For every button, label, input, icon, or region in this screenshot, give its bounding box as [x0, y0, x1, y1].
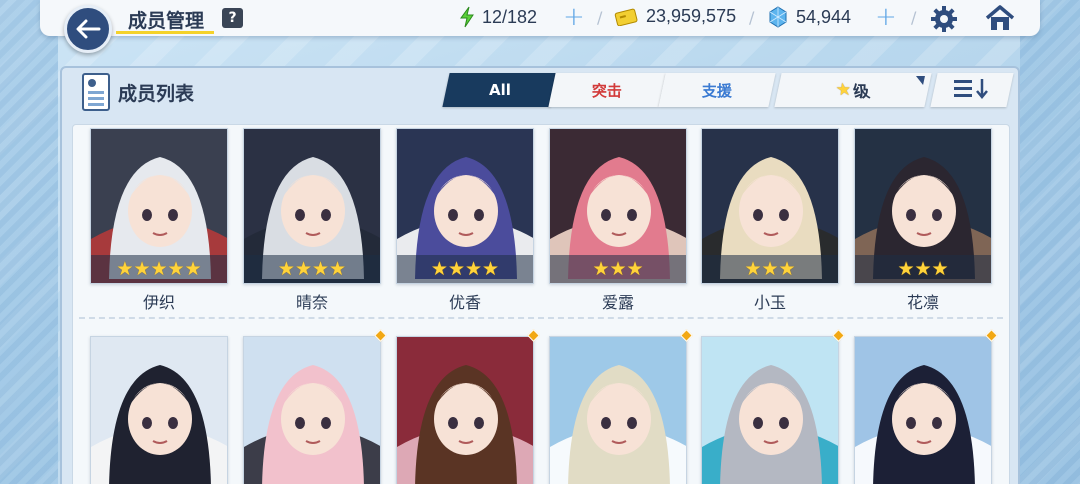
star-rating: ★★★★ — [244, 255, 380, 283]
member-card[interactable] — [90, 336, 228, 484]
star-rating-stars: ★★★ — [744, 258, 796, 280]
member-card[interactable]: ★★★ — [549, 128, 687, 284]
ap-value: 12/182 — [482, 6, 538, 27]
member-card[interactable] — [396, 336, 534, 484]
member-name: 伊织 — [142, 293, 175, 312]
member-name: 优香 — [448, 293, 481, 312]
panel-header: 成员列表 All 突击 支援 ★ 级 — [62, 68, 1018, 120]
star-rating: ★★★★ — [397, 255, 533, 283]
character-portrait — [244, 337, 380, 484]
member-card[interactable]: ★★★★ — [243, 128, 381, 284]
star-rating: ★★★ — [702, 255, 838, 283]
title-underline — [116, 31, 214, 34]
character-portrait — [397, 337, 533, 484]
tab-all-label: All — [489, 81, 511, 99]
member-card[interactable] — [701, 336, 839, 484]
star-rating: ★★★ — [550, 255, 686, 283]
member-name: 爱露 — [601, 293, 634, 312]
pyroxene-icon — [769, 6, 787, 28]
credit-icon — [614, 8, 638, 26]
arrow-left-icon — [76, 19, 101, 39]
member-card[interactable]: ★★★ — [701, 128, 839, 284]
credit-resource: 23,959,575 — [614, 6, 736, 27]
character-portrait — [855, 337, 991, 484]
tab-support[interactable]: 支援 — [658, 73, 776, 107]
member-card[interactable]: ★★★★★ — [90, 128, 228, 284]
member-card[interactable]: ★★★★ — [396, 128, 534, 284]
back-button[interactable] — [64, 5, 112, 53]
credit-value: 23,959,575 — [646, 6, 737, 26]
star-rating: ★★★★★ — [91, 255, 227, 283]
pyroxene-resource: 54,944 — [768, 6, 851, 28]
member-list-icon — [82, 73, 110, 111]
character-portrait — [702, 337, 838, 484]
page-title: 成员管理 — [128, 10, 205, 32]
home-button[interactable] — [984, 4, 1016, 36]
sort-order-button[interactable] — [930, 73, 1014, 107]
pyroxene-value: 54,944 — [796, 6, 852, 27]
tab-strike-label: 突击 — [591, 81, 622, 100]
star-rating-stars: ★★★ — [592, 258, 644, 280]
pyroxene-plus-button[interactable]: + — [875, 4, 897, 30]
settings-button[interactable] — [930, 5, 958, 37]
sort-dropdown[interactable]: ★ 级 — [774, 73, 932, 107]
sort-descending-icon — [954, 79, 988, 99]
member-card[interactable]: ★★★ — [854, 128, 992, 284]
star-rating-stars: ★★★★ — [430, 258, 500, 280]
separator: / — [597, 8, 603, 27]
tab-all[interactable]: All — [442, 73, 558, 107]
character-portrait — [91, 337, 227, 484]
member-card[interactable] — [854, 336, 992, 484]
ap-resource: 12/182 — [458, 6, 537, 28]
help-icon[interactable]: ? — [222, 8, 243, 28]
separator: / — [911, 8, 917, 27]
ap-plus-button[interactable]: + — [563, 4, 585, 30]
member-list-title: 成员列表 — [118, 83, 195, 105]
right-decor-band — [1020, 0, 1080, 484]
tab-support-label: 支援 — [701, 81, 732, 100]
star-rating-stars: ★★★★★ — [116, 258, 202, 280]
member-name: 晴奈 — [295, 293, 328, 312]
tab-strike[interactable]: 突击 — [548, 73, 666, 107]
home-icon — [985, 5, 1015, 30]
gear-icon — [931, 6, 957, 32]
dropdown-corner-icon — [914, 76, 925, 85]
member-card[interactable] — [243, 336, 381, 484]
member-card[interactable] — [549, 336, 687, 484]
star-rating-stars: ★★★ — [897, 258, 949, 280]
row-divider — [79, 317, 1003, 319]
character-portrait — [550, 337, 686, 484]
lightning-icon — [460, 6, 474, 28]
member-name: 花凛 — [906, 293, 939, 312]
star-rating: ★★★ — [855, 255, 991, 283]
member-name: 小玉 — [753, 293, 786, 312]
left-decor-band — [0, 0, 58, 484]
star-rating-stars: ★★★★ — [277, 258, 347, 280]
sort-label: 级 — [851, 82, 872, 101]
separator: / — [749, 8, 755, 27]
